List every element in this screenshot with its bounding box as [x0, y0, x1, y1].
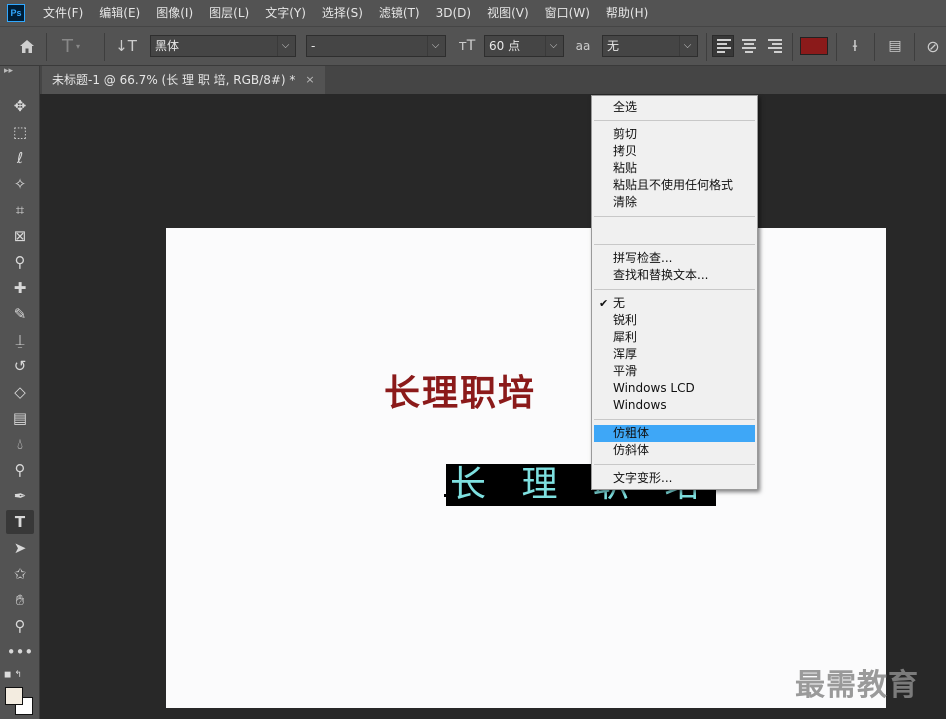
align-left-button[interactable] — [712, 35, 734, 57]
marquee-tool-icon[interactable]: ⬚ — [6, 120, 34, 144]
warp-text-icon[interactable]: Ɨ — [844, 35, 866, 57]
menu-file[interactable]: 文件(F) — [35, 0, 91, 26]
checkmark-icon: ✔ — [599, 297, 609, 310]
menu-edit[interactable]: 编辑(E) — [91, 0, 148, 26]
hand-tool-icon[interactable]: ✋︎ — [6, 588, 34, 612]
menu-item-paste[interactable]: 粘贴 — [594, 160, 755, 177]
magic-wand-tool-icon[interactable]: ✧ — [6, 172, 34, 196]
menu-item-aa-sharp[interactable]: 锐利 — [594, 312, 755, 329]
menu-item-aa-strong[interactable]: 浑厚 — [594, 346, 755, 363]
menu-view[interactable]: 视图(V) — [479, 0, 537, 26]
menu-item-faux-italic[interactable]: 仿斜体 — [594, 442, 755, 459]
antialias-select[interactable]: 无 ⌵ — [602, 35, 698, 57]
red-text-layer: 长理职培 — [384, 373, 537, 414]
context-menu: 全选 剪切 拷贝 粘贴 粘贴且不使用任何格式 清除 拼写检查... 查找和替换文… — [591, 95, 758, 490]
cancel-icon[interactable]: ⊘ — [922, 35, 944, 57]
font-size-value: 60 点 — [489, 39, 521, 53]
align-right-button[interactable] — [764, 35, 786, 57]
menu-item-aa-windows-lcd[interactable]: Windows LCD — [594, 380, 755, 397]
text-orientation-icon[interactable]: ↓T — [114, 35, 138, 57]
antialias-value: 无 — [607, 39, 620, 53]
chevron-down-icon: ⌵ — [679, 36, 695, 56]
menu-item-warp-text[interactable]: 文字变形... — [594, 470, 755, 487]
document-tab-strip: 未标题-1 @ 66.7% (长 理 职 培, RGB/8#) * × — [40, 66, 946, 94]
gradient-tool-icon[interactable]: ▤ — [6, 406, 34, 430]
menu-item-select-all[interactable]: 全选 — [594, 99, 755, 116]
eyedropper-tool-icon[interactable]: ⚲ — [6, 250, 34, 274]
menu-item-spell-check[interactable]: 拼写检查... — [594, 250, 755, 267]
dodge-tool-icon[interactable]: ⚲ — [6, 458, 34, 482]
align-center-button[interactable] — [738, 35, 760, 57]
blur-tool-icon[interactable]: 💧︎ — [6, 432, 34, 456]
menu-item-aa-windows[interactable]: Windows — [594, 397, 755, 414]
healing-brush-tool-icon[interactable]: ✚ — [6, 276, 34, 300]
menu-item-clear[interactable]: 清除 — [594, 194, 755, 211]
eraser-tool-icon[interactable]: ◇ — [6, 380, 34, 404]
chevron-down-icon: ⌵ — [277, 36, 293, 56]
menu-layer[interactable]: 图层(L) — [201, 0, 257, 26]
collapse-icon[interactable]: ▸▸ — [4, 66, 13, 76]
frame-tool-icon[interactable]: ⊠ — [6, 224, 34, 248]
document-canvas[interactable]: 长理职培 长 理 职 培 — [166, 228, 886, 708]
font-size-icon: тT — [458, 38, 476, 54]
type-tool-preset-icon[interactable]: T ▾ — [58, 35, 84, 57]
menu-type[interactable]: 文字(Y) — [257, 0, 314, 26]
menu-window[interactable]: 窗口(W) — [537, 0, 598, 26]
font-style-select[interactable]: - ⌵ — [306, 35, 446, 57]
font-style-value: - — [311, 39, 316, 53]
menu-item-paste-plain[interactable]: 粘贴且不使用任何格式 — [594, 177, 755, 194]
document-tab[interactable]: 未标题-1 @ 66.7% (长 理 职 培, RGB/8#) * × — [42, 66, 325, 94]
text-color-swatch[interactable] — [800, 37, 828, 55]
menu-item-find-replace[interactable]: 查找和替换文本... — [594, 267, 755, 284]
document-tab-title: 未标题-1 @ 66.7% (长 理 职 培, RGB/8#) * — [52, 73, 296, 87]
crop-tool-icon[interactable]: ⌗ — [6, 198, 34, 222]
antialias-icon: aa — [575, 39, 591, 53]
home-icon[interactable] — [16, 35, 38, 57]
menu-select[interactable]: 选择(S) — [314, 0, 371, 26]
canvas-area: 长理职培 长 理 职 培 — [40, 94, 946, 719]
menu-image[interactable]: 图像(I) — [148, 0, 201, 26]
chevron-down-icon: ⌵ — [427, 36, 443, 56]
brush-tool-icon[interactable]: ✎ — [6, 302, 34, 326]
menu-item-aa-crisp[interactable]: 犀利 — [594, 329, 755, 346]
character-panel-icon[interactable]: ▤ — [884, 35, 906, 57]
watermark: 最需教育 — [795, 668, 919, 703]
menu-item-copy[interactable]: 拷贝 — [594, 143, 755, 160]
shape-tool-icon[interactable]: ✩ — [6, 562, 34, 586]
close-icon[interactable]: × — [305, 66, 314, 94]
menu-item-aa-none[interactable]: ✔ 无 — [594, 295, 755, 312]
menu-3d[interactable]: 3D(D) — [428, 0, 479, 26]
tools-panel: ▸▸ ✥ ⬚ ℓ ✧ ⌗ ⊠ ⚲ ✚ ✎ ⍊ ↺ ◇ ▤ 💧︎ ⚲ ✒ T ➤ … — [0, 66, 40, 719]
menu-filter[interactable]: 滤镜(T) — [371, 0, 428, 26]
menu-help[interactable]: 帮助(H) — [598, 0, 656, 26]
menu-item-label: 无 — [613, 296, 626, 310]
path-selection-tool-icon[interactable]: ➤ — [6, 536, 34, 560]
chevron-down-icon: ⌵ — [545, 36, 561, 56]
menu-item-aa-smooth[interactable]: 平滑 — [594, 363, 755, 380]
foreground-color-swatch[interactable] — [5, 687, 23, 705]
history-brush-tool-icon[interactable]: ↺ — [6, 354, 34, 378]
move-tool-icon[interactable]: ✥ — [6, 94, 34, 118]
stamp-tool-icon[interactable]: ⍊ — [6, 328, 34, 352]
photoshop-logo-icon: Ps — [7, 4, 25, 22]
font-size-select[interactable]: 60 点 ⌵ — [484, 35, 564, 57]
text-caret — [444, 494, 447, 497]
zoom-tool-icon[interactable]: ⚲ — [6, 614, 34, 638]
options-bar: T ▾ ↓T 黑体 ⌵ - ⌵ тT 60 点 ⌵ aa 无 ⌵ Ɨ ▤ ⊘ — [0, 26, 946, 66]
menu-item-faux-bold[interactable]: 仿粗体 — [594, 425, 755, 442]
more-tools-icon[interactable]: ••• — [6, 640, 34, 664]
default-colors-icon[interactable]: ◼ ↰ — [4, 670, 22, 680]
menu-bar: Ps 文件(F) 编辑(E) 图像(I) 图层(L) 文字(Y) 选择(S) 滤… — [0, 0, 946, 26]
font-family-select[interactable]: 黑体 ⌵ — [150, 35, 296, 57]
pen-tool-icon[interactable]: ✒ — [6, 484, 34, 508]
type-tool-icon[interactable]: T — [6, 510, 34, 534]
menu-item-cut[interactable]: 剪切 — [594, 126, 755, 143]
font-family-value: 黑体 — [155, 39, 180, 53]
lasso-tool-icon[interactable]: ℓ — [6, 146, 34, 170]
